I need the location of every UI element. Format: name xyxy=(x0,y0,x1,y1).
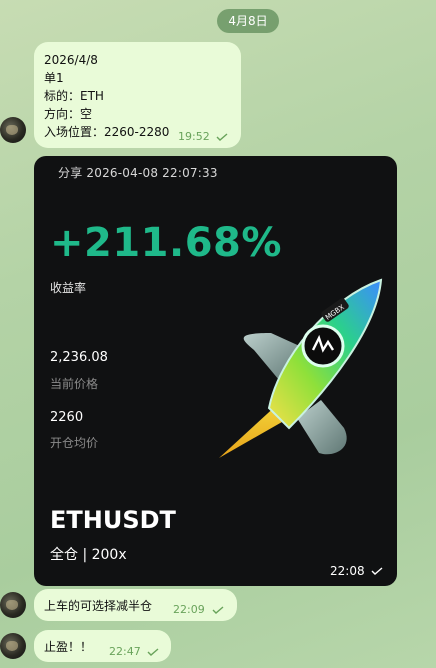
message-bubble-trade-signal[interactable]: 2026/4/8 单1 标的：ETH 方向：空 入场位置：2260-2280 1… xyxy=(34,42,241,148)
pnl-label: 收益率 xyxy=(50,281,87,295)
message-line-entry: 入场位置：2260-2280 xyxy=(44,125,170,139)
message-line-direction: 方向：空 xyxy=(44,107,93,121)
trading-pair: ETHUSDT xyxy=(50,506,176,534)
pnl-share-card[interactable]: 分享 2026-04-08 22:07:33 +211.68% 收益率 2,23… xyxy=(34,156,397,586)
current-price: 2,236.08 xyxy=(50,350,108,365)
message-time: 19:52 xyxy=(178,130,210,143)
message-time: 22:09 xyxy=(173,603,205,616)
avatar[interactable] xyxy=(0,592,26,618)
double-check-icon xyxy=(147,648,159,656)
message-line-symbol: 标的：ETH xyxy=(44,89,104,103)
message-bubble[interactable]: 止盈！！ 22:47 xyxy=(34,630,171,662)
message-text: 上车的可选择减半仓 xyxy=(44,599,153,613)
avatar[interactable] xyxy=(0,117,26,143)
double-check-icon xyxy=(212,606,224,614)
margin-mode: 全仓 | 200x xyxy=(50,547,127,563)
pnl-percent: +211.68% xyxy=(50,220,282,266)
share-timestamp: 分享 2026-04-08 22:07:33 xyxy=(58,166,218,180)
message-time: 22:08 xyxy=(330,564,365,578)
message-text: 止盈！！ xyxy=(44,640,93,654)
rocket-graphic: MGBX xyxy=(219,278,383,458)
entry-price: 2260 xyxy=(50,410,84,425)
date-divider: 4月8日 xyxy=(217,9,279,33)
avatar[interactable] xyxy=(0,633,26,659)
entry-price-label: 开仓均价 xyxy=(50,436,99,450)
message-line-date: 2026/4/8 xyxy=(44,53,98,67)
message-time: 22:47 xyxy=(109,645,141,658)
message-line-order: 单1 xyxy=(44,71,64,85)
double-check-icon xyxy=(371,567,383,575)
double-check-icon xyxy=(216,133,228,141)
current-price-label: 当前价格 xyxy=(50,377,99,391)
message-bubble[interactable]: 上车的可选择减半仓 22:09 xyxy=(34,589,237,621)
